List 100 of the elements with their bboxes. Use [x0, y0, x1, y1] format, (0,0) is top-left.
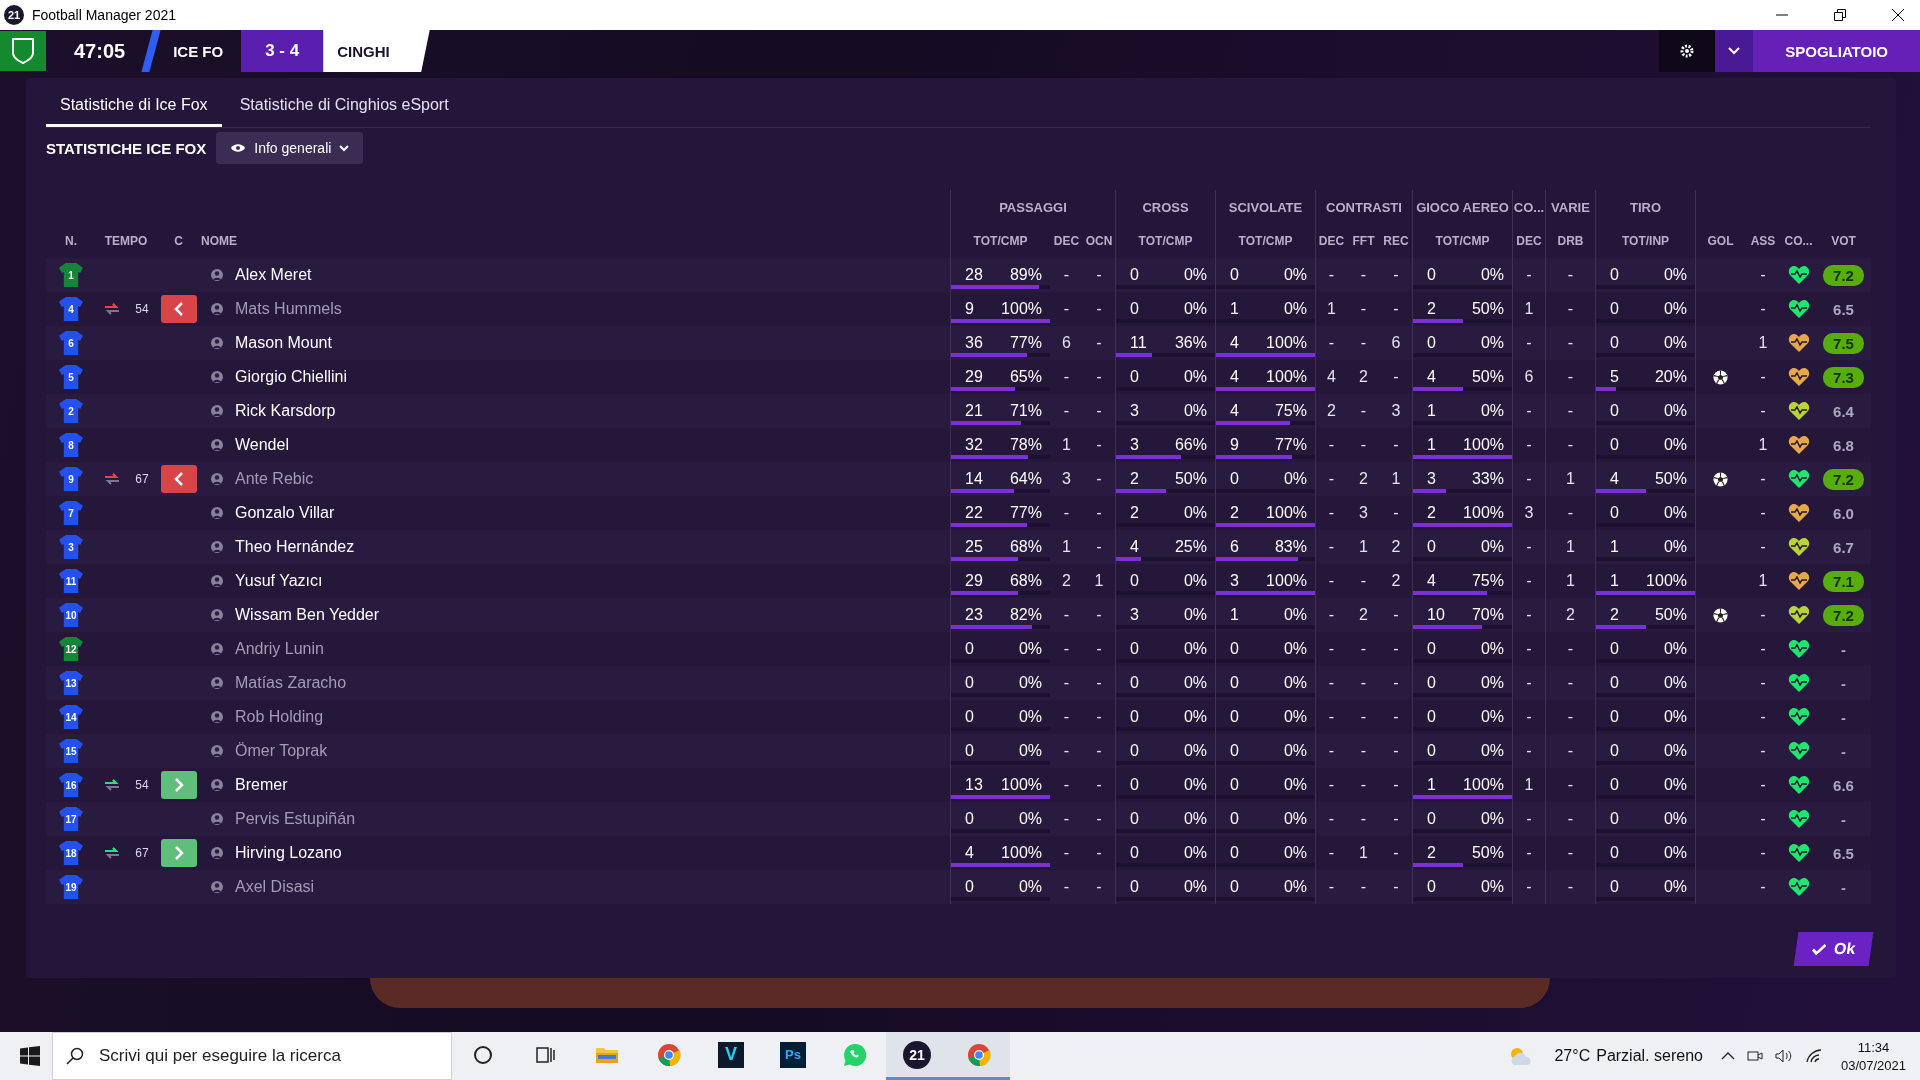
- stat-value: -: [1760, 640, 1766, 658]
- stat-percent: 0%: [1663, 300, 1687, 318]
- weather-text[interactable]: Parzial. sereno: [1596, 1047, 1703, 1065]
- player-name[interactable]: Andriy Lunin: [235, 640, 324, 658]
- wifi-icon[interactable]: [1804, 1049, 1823, 1063]
- dressing-room-button[interactable]: SPOGLIATOIO: [1753, 30, 1920, 72]
- stat-value: -: [1063, 776, 1070, 794]
- table-row[interactable]: 17 Pervis Estupiñán 0 0% - - 0 0% 0 0% - - - 0 0% - - 0 0% - -: [46, 802, 1871, 836]
- stat-value: 23: [965, 606, 983, 624]
- table-row[interactable]: 15 Ömer Toprak 0 0% - - 0 0% 0 0% - - - 0 0% - - 0 0% - -: [46, 734, 1871, 768]
- player-name[interactable]: Mats Hummels: [235, 300, 342, 318]
- restore-icon[interactable]: [1834, 9, 1846, 21]
- stat-value: -: [1328, 708, 1335, 726]
- stat-value: 4: [1427, 572, 1436, 590]
- player-name[interactable]: Pervis Estupiñán: [235, 810, 356, 828]
- stat-value: 9: [965, 300, 974, 318]
- player-name[interactable]: Giorgio Chiellini: [235, 368, 348, 386]
- player-name[interactable]: Axel Disasi: [235, 878, 315, 896]
- stat-value: -: [1063, 368, 1070, 386]
- stat-value: 1: [1230, 606, 1239, 624]
- player-name[interactable]: Mason Mount: [235, 334, 332, 352]
- stat-value: 0: [1610, 878, 1619, 896]
- stat-value: -: [1393, 606, 1399, 624]
- player-name[interactable]: Hirving Lozano: [235, 844, 342, 862]
- match-rating: -: [1840, 877, 1847, 898]
- substitution-button[interactable]: [160, 295, 197, 323]
- search-field[interactable]: Scrivi qui per eseguire la ricerca: [52, 1032, 452, 1080]
- stat-value: 3: [1130, 436, 1139, 454]
- view-dropdown[interactable]: Info generali: [216, 132, 364, 164]
- column-group-header: SCIVOLATE: [1215, 190, 1315, 224]
- task-view-icon: [535, 1044, 555, 1065]
- stat-percent: 0%: [1183, 742, 1207, 760]
- stats-tab[interactable]: Statistiche di Cinghios eSport: [225, 84, 463, 127]
- table-row[interactable]: 3 Theo Hernández 25 68% 1 - 4 25% 6 83% - 1 2 0 0% - 1 1 0% - 6.7: [46, 530, 1871, 564]
- player-name[interactable]: Theo Hernández: [235, 538, 355, 556]
- player-name[interactable]: Rob Holding: [235, 708, 324, 726]
- player-name[interactable]: Wendel: [235, 436, 289, 454]
- stat-value: 0: [1610, 810, 1619, 828]
- table-row[interactable]: 13 Matías Zaracho 0 0% - - 0 0% 0 0% - - - 0 0% - - 0 0% - -: [46, 666, 1871, 700]
- player-name[interactable]: Gonzalo Villar: [235, 504, 335, 522]
- start-icon[interactable]: [20, 1046, 40, 1066]
- player-name[interactable]: Bremer: [235, 776, 288, 794]
- stat-percent: 77%: [1009, 504, 1042, 522]
- stat-percent: 100%: [1266, 572, 1307, 590]
- stat-value: -: [1360, 776, 1367, 794]
- close-icon[interactable]: [1892, 9, 1904, 21]
- clock-time[interactable]: 11:34: [1857, 1039, 1890, 1055]
- stat-percent: 0%: [1283, 266, 1307, 284]
- stat-value: 1: [1359, 844, 1368, 862]
- stat-value: -: [1760, 538, 1766, 556]
- ok-button[interactable]: Ok: [1793, 932, 1874, 966]
- stat-value: -: [1328, 436, 1335, 454]
- stat-value: -: [1526, 674, 1532, 692]
- stat-value: -: [1063, 640, 1070, 658]
- clock-date[interactable]: 03/07/2021: [1840, 1057, 1906, 1073]
- stat-value: -: [1567, 436, 1574, 454]
- player-name[interactable]: Rick Karsdorp: [235, 402, 336, 420]
- table-row[interactable]: 2 Rick Karsdorp 21 71% - - 3 0% 4 75% 2 - 3 1 0% - - 0 0% - 6.4: [46, 394, 1871, 428]
- person-icon: [211, 745, 223, 757]
- substitution-button[interactable]: [160, 465, 197, 493]
- stat-value: 1: [1524, 300, 1534, 318]
- substitution-button[interactable]: [160, 771, 197, 799]
- condition-heart-icon: [1788, 436, 1809, 454]
- stat-percent: 0%: [1283, 300, 1307, 318]
- stat-percent: 0%: [1183, 640, 1207, 658]
- settings-button[interactable]: [1659, 30, 1716, 72]
- taskbar-app[interactable]: V: [700, 1032, 762, 1080]
- substitution-button[interactable]: [160, 839, 197, 867]
- column-header: OCN: [1084, 233, 1114, 250]
- player-name[interactable]: Ömer Toprak: [235, 742, 328, 760]
- condition-heart-icon: [1788, 300, 1809, 318]
- stat-value: -: [1328, 504, 1335, 522]
- stat-percent: 0%: [1183, 878, 1207, 896]
- stat-value: 5: [1610, 368, 1619, 386]
- table-row[interactable]: 6 Mason Mount 36 77% 6 - 11 36% 4 100% - - 6 0 0% - - 0 0% 1 7.5: [46, 326, 1871, 360]
- player-name[interactable]: Ante Rebic: [235, 470, 314, 488]
- chevron-up-icon[interactable]: [1720, 1051, 1735, 1061]
- taskbar-app[interactable]: Ps: [762, 1032, 824, 1080]
- column-header: TEMPO: [103, 233, 149, 250]
- taskbar-app[interactable]: 21: [886, 1032, 948, 1080]
- table-row[interactable]: 19 Axel Disasi 0 0% - - 0 0% 0 0% - - - 0 0% - - 0 0% - -: [46, 870, 1871, 904]
- column-header: N.: [64, 233, 78, 250]
- stat-value: 0: [965, 810, 974, 828]
- temperature[interactable]: 27°C: [1554, 1047, 1591, 1065]
- condition-heart-icon: [1788, 844, 1809, 862]
- table-row[interactable]: 9 67 Ante Rebic 14 64% 3 - 2 50% 0 0% - 2 1 3 33% - 1 4 50% - 7.2: [46, 462, 1871, 496]
- player-name[interactable]: Matías Zaracho: [235, 674, 347, 692]
- stat-value: 1: [1566, 572, 1575, 590]
- volume-icon[interactable]: [1774, 1049, 1793, 1063]
- stat-percent: 25%: [1174, 538, 1207, 556]
- player-name[interactable]: Alex Meret: [235, 266, 312, 284]
- player-name[interactable]: Wissam Ben Yedder: [235, 606, 380, 624]
- stats-tab[interactable]: Statistiche di Ice Fox: [46, 84, 222, 127]
- condition-heart-icon: [1788, 538, 1809, 556]
- stat-value: 9: [1230, 436, 1239, 454]
- player-name[interactable]: Yusuf Yazıcı: [235, 572, 323, 590]
- camera-icon[interactable]: [1746, 1049, 1763, 1063]
- stat-percent: 0%: [1480, 708, 1504, 726]
- table-row[interactable]: 1 Alex Meret 28 89% - - 0 0% 0 0% - - - 0 0% - - 0 0% - 7.2: [46, 258, 1871, 292]
- table-row[interactable]: 10 Wissam Ben Yedder 23 82% - - 3 0% 1 0% - 2 - 10 70% - 2 2 50% - 7.2: [46, 598, 1871, 632]
